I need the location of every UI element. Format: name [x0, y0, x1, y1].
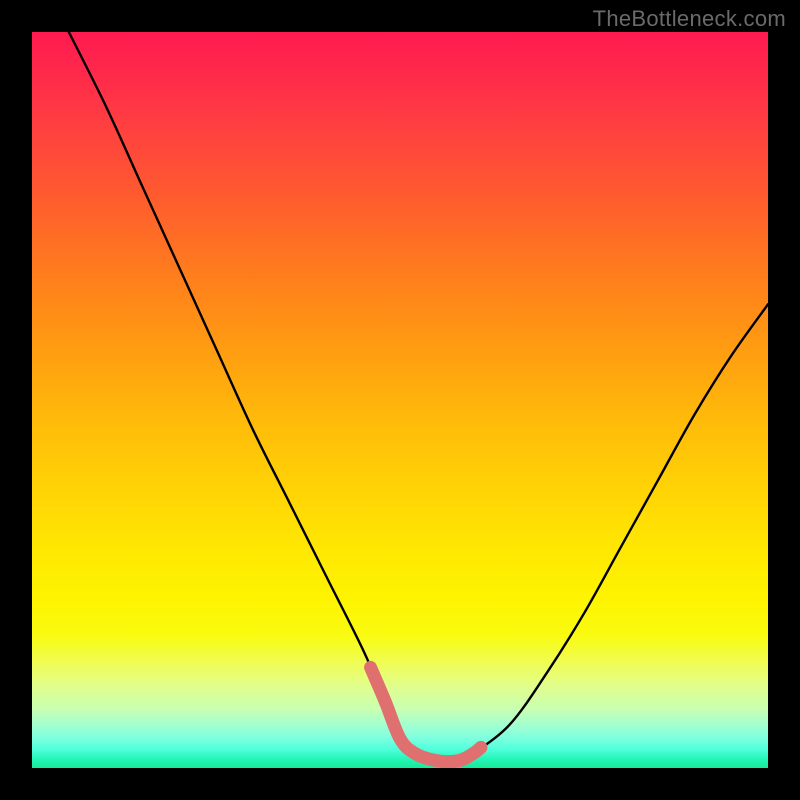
accent-segment	[371, 667, 481, 761]
primary-curve	[69, 32, 768, 762]
chart-frame: TheBottleneck.com	[0, 0, 800, 800]
plot-area	[32, 32, 768, 768]
curve-layer	[32, 32, 768, 768]
watermark-text: TheBottleneck.com	[593, 6, 786, 32]
